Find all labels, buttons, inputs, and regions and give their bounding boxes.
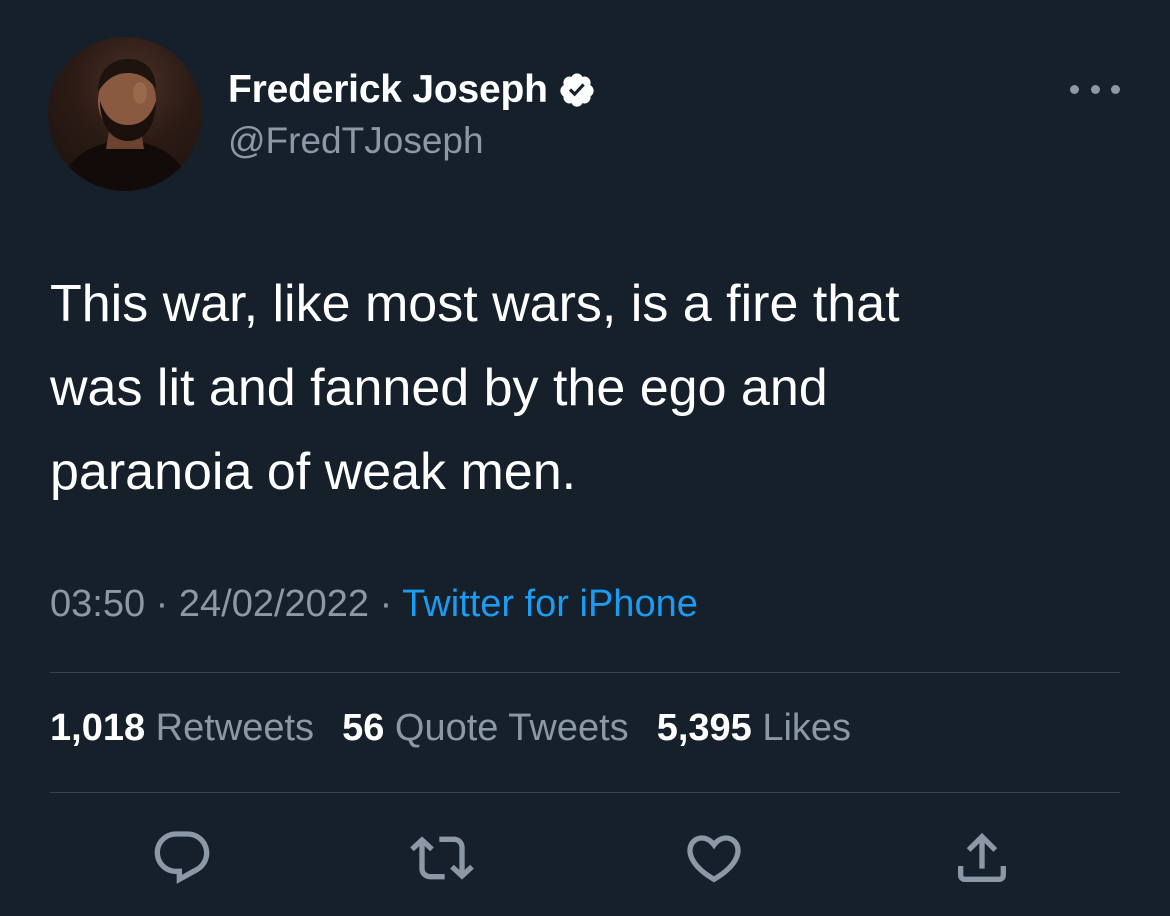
share-icon[interactable]	[950, 826, 1014, 890]
more-dot	[1090, 84, 1100, 94]
likes-count: 5,395	[656, 707, 752, 749]
like-icon[interactable]	[682, 826, 746, 890]
tweet-text: This war, like most wars, is a fire that…	[50, 275, 900, 501]
tweet-date[interactable]: 24/02/2022	[179, 583, 369, 625]
meta-separator: ·	[145, 583, 179, 625]
verified-badge-icon	[560, 73, 594, 107]
retweets-stat[interactable]: 1,018 Retweets	[50, 707, 314, 750]
tweet-stats: 1,018 Retweets 56 Quote Tweets 5,395 Lik…	[50, 707, 879, 750]
display-name[interactable]: Frederick Joseph	[228, 68, 548, 112]
more-dot	[1070, 84, 1079, 94]
likes-stat[interactable]: 5,395 Likes	[657, 707, 851, 750]
quote-tweets-count: 56	[342, 707, 385, 749]
retweets-count: 1,018	[50, 707, 146, 749]
divider	[50, 792, 1120, 793]
action-bar	[0, 826, 1170, 890]
avatar[interactable]	[48, 37, 202, 191]
retweets-label: Retweets	[155, 707, 315, 749]
divider	[50, 672, 1120, 673]
reply-icon[interactable]	[150, 826, 214, 890]
author-handle[interactable]: @FredTJoseph	[228, 120, 484, 162]
likes-label: Likes	[762, 707, 852, 749]
more-options-icon[interactable]	[1070, 79, 1120, 99]
tweet-source-link[interactable]: Twitter for iPhone	[402, 583, 698, 625]
quote-tweets-stat[interactable]: 56 Quote Tweets	[342, 707, 629, 750]
quote-tweets-label: Quote Tweets	[394, 707, 629, 749]
meta-separator: ·	[369, 583, 403, 625]
more-dot	[1111, 84, 1120, 94]
tweet-time[interactable]: 03:50	[50, 583, 145, 625]
author-name-row: Frederick Joseph	[228, 65, 596, 115]
tweet-meta: 03:50 · 24/02/2022 · Twitter for iPhone	[50, 583, 698, 626]
retweet-icon[interactable]	[410, 826, 474, 890]
avatar-photo	[58, 59, 192, 191]
